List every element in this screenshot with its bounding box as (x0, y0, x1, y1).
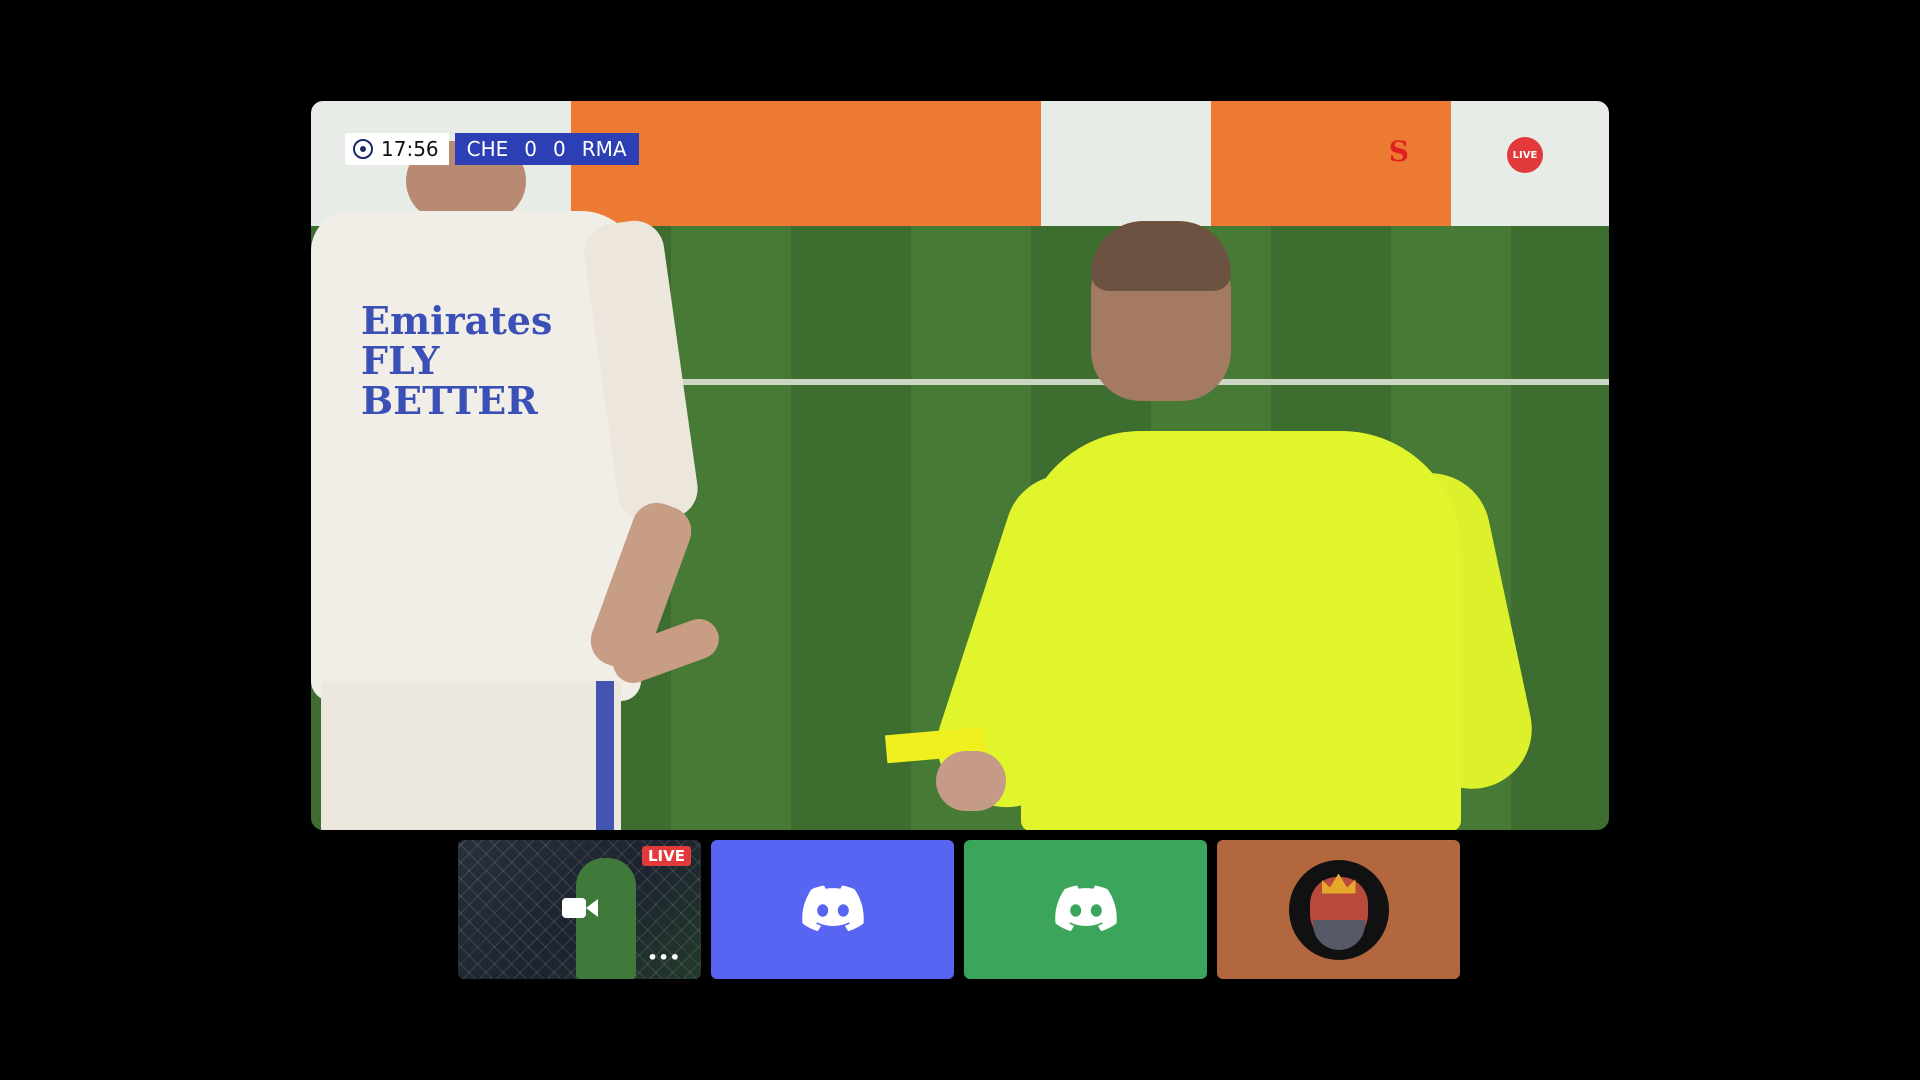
stand-banner (831, 101, 1041, 226)
away-score: 0 (553, 137, 566, 161)
player-shorts (321, 681, 621, 830)
live-badge: LIVE (642, 846, 691, 866)
team-scores: CHE 0 0 RMA (454, 133, 639, 165)
away-team: RMA (581, 137, 627, 161)
discord-icon (801, 885, 864, 935)
discord-icon (1054, 885, 1117, 935)
player: Emirates FLY BETTER (311, 141, 731, 830)
referee-shirt (1021, 431, 1461, 830)
home-team: CHE (466, 137, 509, 161)
more-options-icon[interactable]: ••• (647, 948, 681, 967)
participant-tile-avatar[interactable] (1217, 840, 1460, 979)
clock-time: 17:56 (381, 137, 439, 161)
video-camera-icon (561, 895, 598, 925)
avatar-beard (1312, 919, 1365, 950)
live-badge: LIVE (1507, 137, 1543, 173)
video-frame: Emirates FLY BETTER (311, 101, 1609, 830)
participant-tile-discord-green[interactable] (964, 840, 1207, 979)
shorts-stripe (596, 681, 614, 830)
referee (884, 221, 1551, 830)
participant-tile-video[interactable]: LIVE ••• (458, 840, 701, 979)
stand-banner (1211, 101, 1451, 226)
home-score: 0 (524, 137, 538, 161)
match-clock: 17:56 (345, 133, 449, 165)
referee-hair (1091, 221, 1231, 291)
shirt-sponsor: Emirates FLY BETTER (361, 298, 553, 423)
scoreboard: 17:56 CHE 0 0 RMA (345, 133, 639, 165)
champions-league-ball-icon (353, 139, 373, 159)
king-avatar-icon (1288, 859, 1389, 960)
channel-logo: S (1388, 135, 1409, 168)
participant-tiles: LIVE ••• (458, 840, 1460, 979)
main-video-stream[interactable]: Emirates FLY BETTER 17:56 CHE 0 0 RMA S … (311, 101, 1609, 830)
participant-tile-discord-blue[interactable] (711, 840, 954, 979)
referee-hand (936, 751, 1006, 811)
